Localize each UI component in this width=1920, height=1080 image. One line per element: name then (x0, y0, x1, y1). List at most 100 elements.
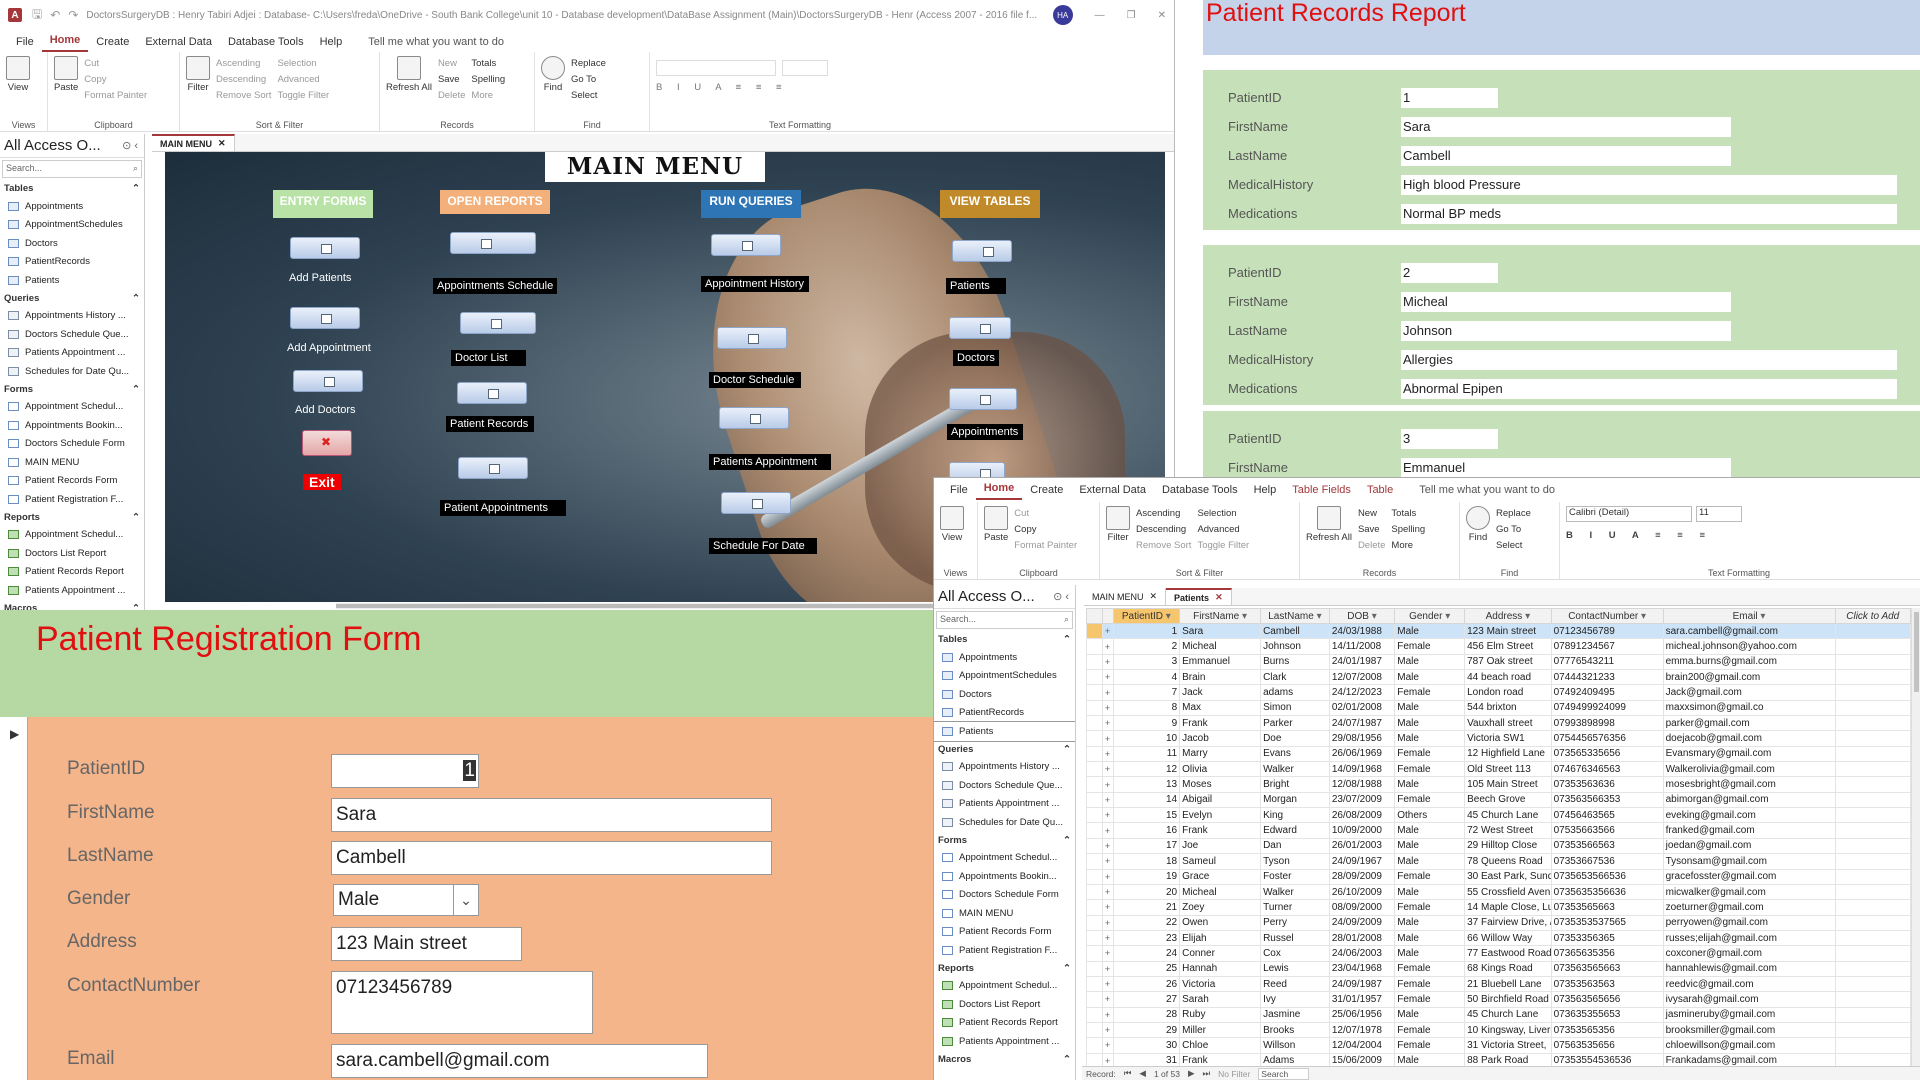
expand-row-icon[interactable]: + (1101, 1021, 1114, 1039)
more-button[interactable]: More (1391, 538, 1425, 554)
firstname-field[interactable]: Sara (331, 798, 772, 832)
refresh-all-button[interactable]: Refresh All (1306, 506, 1352, 554)
add-doctors-button[interactable] (293, 370, 363, 392)
table-cell[interactable]: ivysarah@gmail.com (1662, 991, 1836, 1008)
table-cell[interactable]: 44 beach road (1464, 669, 1552, 686)
table-cell[interactable]: Clark (1260, 669, 1330, 686)
table-cell-empty[interactable] (1834, 1021, 1911, 1039)
table-cell[interactable]: 12/07/1978 (1328, 1021, 1396, 1039)
table-cell[interactable]: Bright (1260, 776, 1330, 793)
tab-create[interactable]: Create (88, 34, 137, 52)
view-button[interactable]: View (940, 506, 964, 543)
table-cell[interactable]: Jasmine (1260, 1006, 1330, 1023)
close-tab-icon[interactable]: ✕ (1215, 592, 1223, 603)
table-cell[interactable]: Sameul (1179, 853, 1262, 870)
nav-item[interactable]: Appointments Bookin... (934, 867, 1075, 886)
table-cell-empty[interactable] (1834, 960, 1911, 977)
table-cell[interactable]: Doe (1260, 730, 1330, 747)
row-selector[interactable] (1086, 1006, 1103, 1023)
table-cell[interactable]: 105 Main Street (1464, 776, 1552, 793)
refresh-all-button[interactable]: Refresh All (386, 56, 432, 104)
nav-item[interactable]: Patient Records Report (0, 563, 144, 582)
table-cell[interactable]: 77 Eastwood Road (1464, 945, 1552, 962)
row-selector[interactable] (1086, 822, 1103, 839)
table-cell[interactable]: 24/03/1988 (1328, 622, 1396, 640)
table-cell[interactable]: Vauxhall street (1464, 715, 1552, 732)
expand-row-icon[interactable]: + (1101, 791, 1114, 809)
table-row[interactable]: +21 Zoey Turner 08/09/2000 Female 14 Maple Cl… (1086, 899, 1911, 916)
table-row[interactable]: +7 Jack adams 24/12/2023 Female London road 07… (1086, 684, 1911, 701)
table-row[interactable]: +14 Abigail Morgan 23/07/2009 Female Beech Gr… (1086, 791, 1911, 809)
find-button[interactable]: Find (1466, 506, 1490, 554)
nav-item[interactable]: Patient Records Report (934, 1014, 1075, 1033)
table-cell[interactable]: 12 (1112, 761, 1181, 778)
user-avatar[interactable]: HA (1052, 5, 1073, 25)
chevron-up-icon[interactable]: ⌃ (132, 603, 140, 611)
nav-item[interactable]: Schedules for Date Qu... (0, 362, 144, 381)
tab-external-data[interactable]: External Data (1071, 482, 1154, 500)
expand-row-icon[interactable]: + (1101, 975, 1114, 993)
table-cell[interactable]: Ivy (1260, 991, 1330, 1008)
nav-item[interactable]: Patient Records Form (0, 472, 144, 491)
column-filter-icon[interactable]: ▾ (1638, 611, 1646, 622)
row-selector[interactable] (1086, 745, 1103, 763)
format-painter-button[interactable]: Format Painter (84, 88, 147, 104)
row-selector[interactable] (1086, 684, 1103, 701)
table-cell[interactable]: 21 (1112, 899, 1181, 916)
table-cell[interactable]: 15 (1112, 807, 1181, 824)
table-cell[interactable]: 13 (1112, 776, 1181, 793)
nav-item[interactable]: PatientRecords (934, 704, 1075, 723)
table-cell[interactable]: Turner (1260, 899, 1330, 916)
nav-item[interactable]: Doctors Schedule Form (934, 886, 1075, 905)
exit-label[interactable]: Exit (303, 474, 341, 490)
tab-database-tools[interactable]: Database Tools (220, 34, 312, 52)
find-button[interactable]: Find (541, 56, 565, 104)
table-cell[interactable]: 68 Kings Road (1464, 960, 1552, 977)
table-cell[interactable]: Russel (1260, 929, 1330, 947)
table-cell[interactable]: 9 (1112, 715, 1181, 732)
table-cell[interactable]: 073565335656 (1550, 745, 1664, 763)
gender-dropdown[interactable]: Male ⌄ (333, 884, 479, 916)
table-cell[interactable]: Female (1394, 1021, 1466, 1039)
table-cell-empty[interactable] (1834, 868, 1911, 885)
table-cell[interactable]: Cambell (1260, 622, 1330, 640)
save-icon[interactable]: 🖫 (32, 5, 42, 26)
table-cell-empty[interactable] (1834, 653, 1911, 671)
table-cell[interactable]: Female (1394, 761, 1466, 778)
tell-me-search[interactable]: Tell me what you want to do (360, 34, 512, 52)
table-cell[interactable]: parker@gmail.com (1662, 715, 1836, 732)
doc-tab-patients[interactable]: Patients ✕ (1166, 588, 1232, 605)
table-cell[interactable]: Emmanuel (1179, 653, 1262, 671)
table-cell[interactable]: Male (1394, 929, 1466, 947)
table-cell[interactable]: Cox (1260, 945, 1330, 962)
row-selector[interactable] (1086, 791, 1103, 809)
table-cell[interactable]: Perry (1260, 914, 1330, 931)
table-cell[interactable]: 11 (1112, 745, 1181, 763)
table-cell[interactable]: jasmineruby@gmail.com (1662, 1006, 1836, 1023)
add-appointment-button[interactable] (290, 307, 360, 329)
nav-item[interactable]: Patients Appointment ... (934, 795, 1075, 814)
table-cell[interactable]: 3 (1112, 653, 1181, 671)
totals-button[interactable]: Totals (1391, 506, 1425, 522)
table-cell-empty[interactable] (1834, 853, 1911, 870)
table-cell[interactable]: 55 Crossfield Aven (1464, 883, 1552, 901)
table-row[interactable]: +12 Olivia Walker 14/09/1968 Female Old Stree… (1086, 761, 1911, 778)
nav-item[interactable]: Schedules for Date Qu... (934, 813, 1075, 832)
table-cell[interactable]: 07353563636 (1550, 776, 1664, 793)
table-cell[interactable]: 123 Main street (1464, 622, 1552, 640)
column-header[interactable]: ContactNumber ▾ (1550, 608, 1664, 624)
font-size-dropdown[interactable] (782, 60, 828, 76)
table-cell[interactable]: Hannah (1179, 960, 1262, 977)
format-painter-button[interactable]: Format Painter (1014, 538, 1077, 554)
table-cell[interactable]: Willson (1260, 1037, 1330, 1054)
tab-home[interactable]: Home (975, 480, 1023, 500)
nav-item[interactable]: Doctors List Report (934, 995, 1075, 1014)
nav-search-input[interactable]: Search... ⌕ (2, 160, 142, 178)
nav-section-queries[interactable]: Queries ⌃ (0, 290, 144, 307)
table-cell[interactable]: 07492409495 (1550, 684, 1664, 701)
table-cell[interactable]: Burns (1260, 653, 1330, 671)
datasheet-search[interactable]: Search (1258, 1067, 1310, 1080)
column-filter-icon[interactable]: ▾ (1314, 611, 1322, 622)
table-cell[interactable]: Ruby (1179, 1006, 1262, 1023)
ascending-button[interactable]: Ascending (216, 56, 271, 72)
